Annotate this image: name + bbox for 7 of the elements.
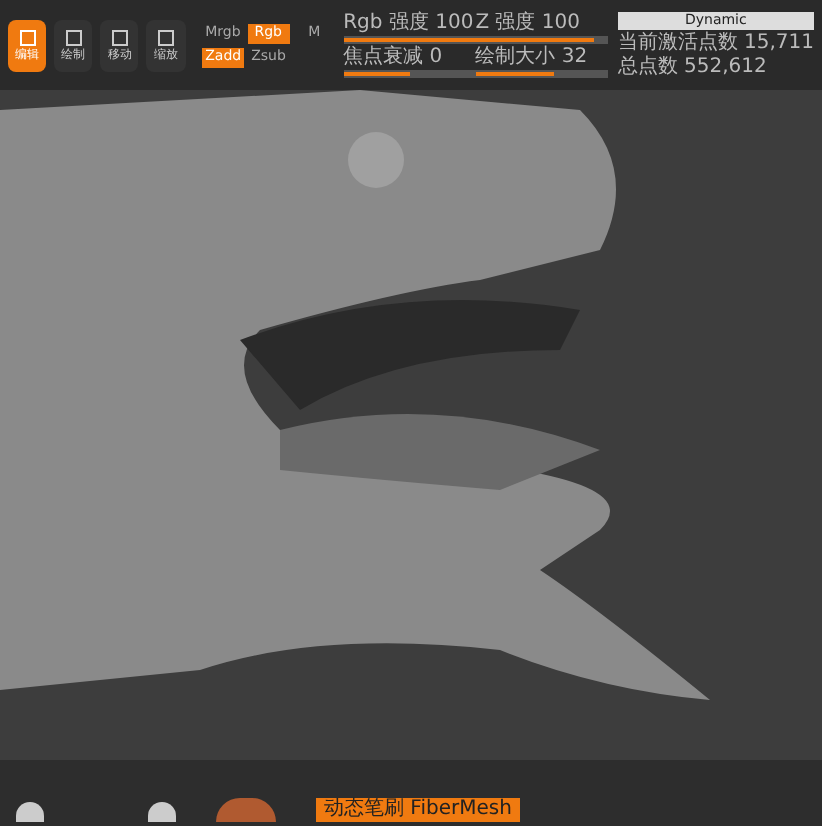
stat-text: 当前激活点数 15,711 (617, 34, 815, 54)
slider-label: Z 强度 100 (475, 13, 583, 33)
slider-label: 焦点衰减 0 (343, 47, 445, 67)
slider-label: 绘制大小 32 (475, 47, 590, 67)
material-button[interactable]: 动态笔刷 FiberMesh (316, 798, 520, 822)
stat-text: 总点数 552,612 (617, 58, 769, 78)
slider-label: Rgb 强度 100 (343, 13, 476, 33)
